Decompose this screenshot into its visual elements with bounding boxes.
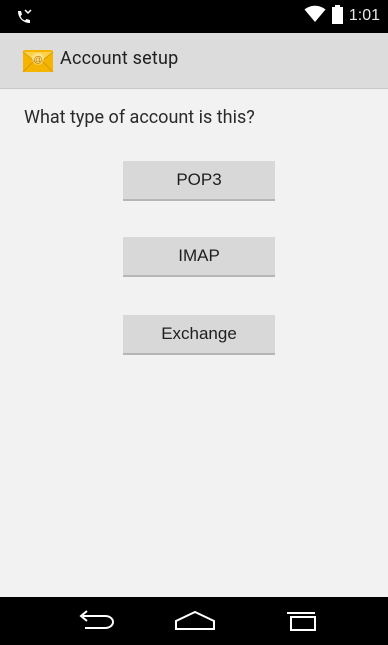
page-title: Account setup bbox=[60, 48, 179, 69]
imap-button[interactable]: IMAP bbox=[123, 237, 275, 277]
navigation-bar bbox=[0, 597, 388, 645]
svg-text:@: @ bbox=[33, 55, 42, 65]
recents-icon[interactable] bbox=[276, 607, 326, 635]
wifi-icon bbox=[304, 5, 326, 27]
action-bar: @ Account setup bbox=[0, 33, 388, 89]
home-icon[interactable] bbox=[170, 607, 220, 635]
status-bar: 1:01 bbox=[0, 0, 388, 33]
battery-icon bbox=[331, 4, 343, 28]
email-envelope-icon[interactable]: @ bbox=[22, 45, 54, 77]
status-clock: 1:01 bbox=[348, 7, 380, 24]
account-type-question: What type of account is this? bbox=[24, 107, 255, 128]
screen: 1:01 @ Account setup What type of accoun… bbox=[0, 0, 388, 645]
back-icon[interactable] bbox=[70, 607, 120, 635]
status-icons: 1:01 bbox=[304, 4, 380, 28]
exchange-button[interactable]: Exchange bbox=[123, 315, 275, 355]
pop3-button[interactable]: POP3 bbox=[123, 161, 275, 201]
missed-call-icon bbox=[14, 7, 34, 27]
